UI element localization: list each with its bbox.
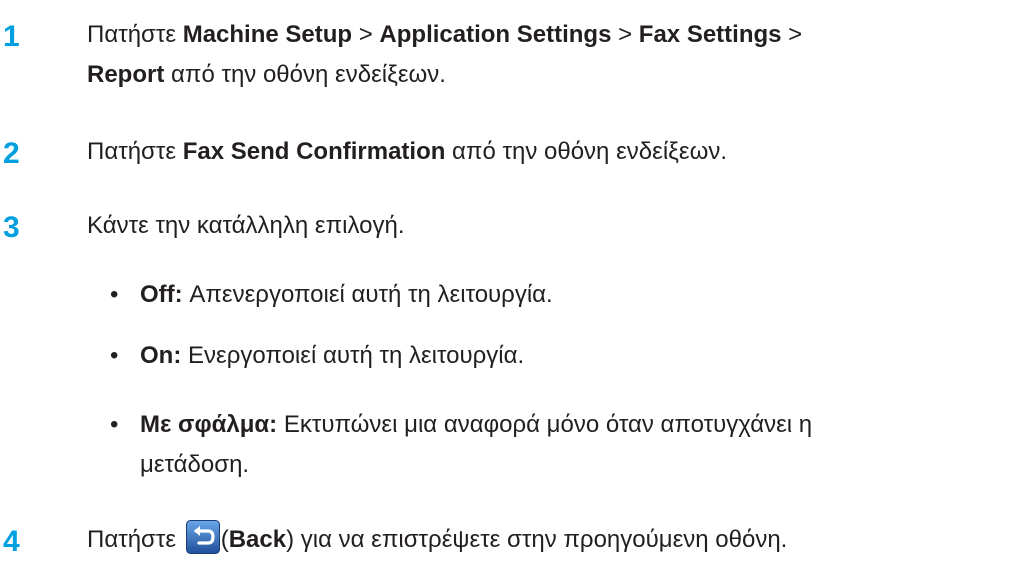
menu-report: Report [87, 61, 165, 88]
back-label: Back [228, 526, 287, 553]
option-label: On: [140, 342, 182, 369]
step-number: 2 [3, 137, 20, 170]
option-desc: Εκτυπώνει μια αναφορά μόνο όταν αποτυγχά… [277, 411, 813, 438]
step-text: Πατήστε Fax Send Confirmation από την οθ… [87, 138, 728, 165]
option-desc: Ενεργοποιεί αυτή τη λειτουργία. [181, 342, 525, 369]
step-text: Πατήστε Machine Setup > Application Sett… [87, 15, 1032, 95]
bullet: • [110, 281, 119, 308]
bullet: • [110, 411, 119, 438]
step-1-line-1: Πατήστε Machine Setup > Application Sett… [87, 21, 803, 48]
step-text: Κάντε την κατάλληλη επιλογή. [87, 212, 405, 239]
menu-fax-send-confirmation: Fax Send Confirmation [182, 138, 446, 165]
option-desc-continued: μετάδοση. [140, 451, 250, 478]
option-label: Off: [140, 281, 183, 308]
menu-machine-setup: Machine Setup [182, 21, 353, 48]
step-1-line-2: Report από την οθόνη ενδείξεων. [87, 61, 446, 88]
option-desc: Απενεργοποιεί αυτή τη λειτουργία. [182, 281, 553, 308]
step-number: 1 [3, 20, 20, 53]
bullet: • [110, 342, 119, 369]
back-arrow-icon [185, 520, 220, 554]
step-number: 4 [3, 525, 20, 558]
menu-fax-settings: Fax Settings [638, 21, 782, 48]
step-number: 3 [3, 211, 20, 244]
step-text: Πατήστε (Back) για να επιστρέψετε στην π… [87, 520, 1032, 560]
menu-application-settings: Application Settings [379, 21, 612, 48]
option-label: Με σφάλμα: [140, 411, 278, 438]
